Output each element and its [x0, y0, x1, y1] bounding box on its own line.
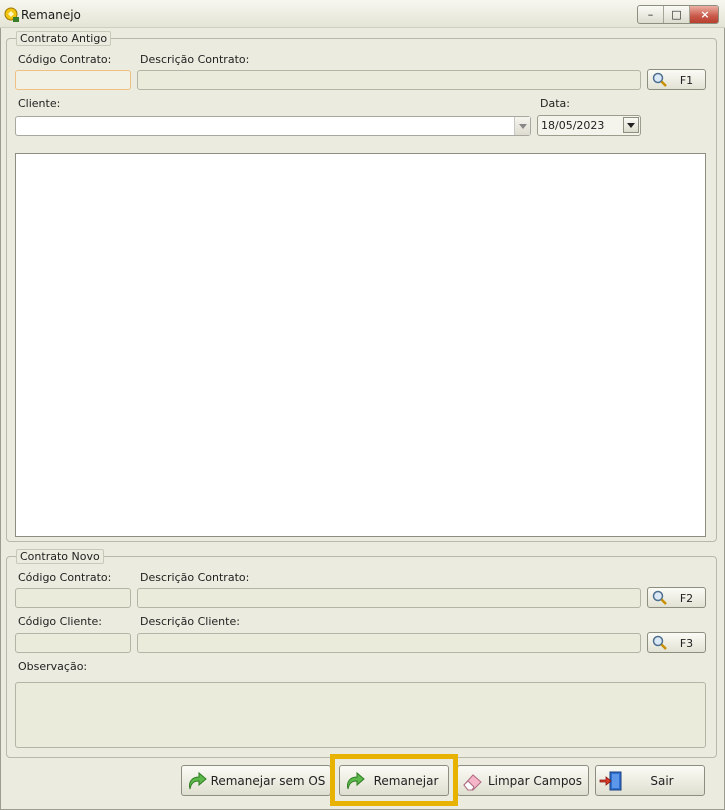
- remanejar-button[interactable]: Remanejar: [339, 765, 449, 796]
- remanejar-sem-os-label: Remanejar sem OS: [210, 774, 326, 788]
- observation-textarea[interactable]: [15, 682, 706, 748]
- client-search-label: F3: [679, 637, 694, 650]
- date-label: Data:: [540, 97, 570, 110]
- old-contract-code-field[interactable]: [15, 70, 131, 90]
- new-contract-code-input[interactable]: [16, 589, 130, 607]
- close-icon: ×: [700, 8, 710, 21]
- exit-door-icon: [599, 771, 622, 791]
- window-client: Contrato Antigo Código Contrato: Descriç…: [0, 28, 725, 810]
- minimize-icon: –: [647, 8, 654, 21]
- date-picker[interactable]: [537, 115, 641, 136]
- remanejar-sem-os-button[interactable]: Remanejar sem OS: [181, 765, 331, 796]
- old-contract-code-input[interactable]: [16, 71, 130, 89]
- client-label: Cliente:: [18, 97, 61, 110]
- window-title: Remanejo: [21, 8, 81, 22]
- old-contract-description-field[interactable]: [137, 70, 641, 90]
- eraser-icon: [463, 774, 482, 791]
- chevron-down-icon: [627, 123, 635, 128]
- magnifier-icon: [652, 635, 667, 650]
- close-button[interactable]: ×: [690, 6, 718, 23]
- old-contract-description-label: Descrição Contrato:: [140, 53, 250, 66]
- limpar-campos-button[interactable]: Limpar Campos: [457, 765, 589, 796]
- new-contract-code-label: Código Contrato:: [18, 571, 112, 584]
- client-combobox[interactable]: [15, 116, 531, 136]
- client-description-field[interactable]: [137, 633, 641, 653]
- new-contract-description-input[interactable]: [138, 589, 640, 607]
- new-contract-description-field[interactable]: [137, 588, 641, 608]
- new-contract-legend: Contrato Novo: [16, 549, 104, 564]
- old-contract-code-label: Código Contrato:: [18, 53, 112, 66]
- client-dropdown-button[interactable]: [514, 117, 530, 135]
- new-contract-description-label: Descrição Contrato:: [140, 571, 250, 584]
- client-code-input[interactable]: [16, 634, 130, 652]
- window-controls: – □ ×: [637, 5, 719, 24]
- app-logo-icon: [4, 7, 19, 22]
- old-contract-legend: Contrato Antigo: [16, 31, 112, 46]
- maximize-button[interactable]: □: [664, 6, 690, 23]
- observation-label: Observação:: [18, 660, 88, 673]
- redo-arrow-icon: [189, 771, 207, 790]
- title-bar: Remanejo – □ ×: [0, 0, 725, 28]
- client-code-label: Código Cliente:: [18, 615, 102, 628]
- magnifier-icon: [652, 590, 667, 605]
- client-combobox-input[interactable]: [16, 117, 530, 135]
- chevron-down-icon: [519, 124, 527, 129]
- remanejar-label: Remanejar: [373, 774, 439, 788]
- old-contract-items-grid[interactable]: [15, 153, 706, 537]
- client-search-button[interactable]: F3: [647, 632, 706, 653]
- redo-arrow-icon: [347, 771, 365, 790]
- new-contract-search-label: F2: [679, 592, 694, 605]
- maximize-icon: □: [671, 8, 682, 21]
- sair-label: Sair: [650, 774, 674, 788]
- sair-button[interactable]: Sair: [595, 765, 705, 796]
- limpar-campos-label: Limpar Campos: [487, 774, 583, 788]
- date-input[interactable]: [538, 116, 622, 135]
- minimize-button[interactable]: –: [638, 6, 664, 23]
- client-code-field[interactable]: [15, 633, 131, 653]
- magnifier-icon: [652, 72, 667, 87]
- new-contract-code-field[interactable]: [15, 588, 131, 608]
- old-contract-description-input[interactable]: [138, 71, 640, 89]
- client-description-input[interactable]: [138, 634, 640, 652]
- old-contract-search-label: F1: [679, 74, 694, 87]
- client-description-label: Descrição Cliente:: [140, 615, 240, 628]
- old-contract-search-button[interactable]: F1: [647, 69, 706, 90]
- date-dropdown-button[interactable]: [623, 117, 639, 133]
- new-contract-search-button[interactable]: F2: [647, 587, 706, 608]
